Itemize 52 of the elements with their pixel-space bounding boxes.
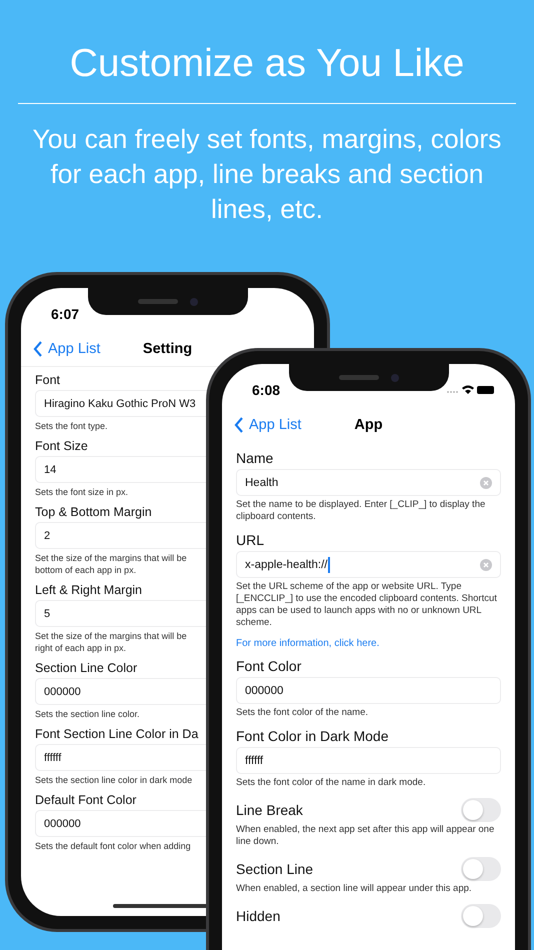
text-field[interactable]: ffffff bbox=[236, 747, 501, 774]
field-label: Top & Bottom Margin bbox=[35, 505, 152, 519]
field-label: Font Color in Dark Mode bbox=[236, 728, 389, 744]
toggle-switch[interactable] bbox=[461, 857, 501, 881]
headline: Customize as You Like bbox=[70, 41, 464, 87]
screen-title: Setting bbox=[142, 341, 192, 357]
back-chevron-icon bbox=[234, 417, 244, 433]
help-text: When enabled, a section line will appear under this app. bbox=[236, 883, 472, 895]
field-label: Left & Right Margin bbox=[35, 583, 142, 597]
clear-icon[interactable] bbox=[480, 558, 492, 570]
screen-title: App bbox=[354, 417, 383, 433]
field-label: Default Font Color bbox=[35, 793, 136, 807]
help-text: Sets the section line color. bbox=[35, 708, 140, 720]
field-label: Font bbox=[35, 373, 60, 387]
subtitle: You can freely set fonts, margins, colors for each app, line breaks and section lines, etc. bbox=[32, 123, 502, 226]
field-label: URL bbox=[236, 532, 264, 548]
help-text: Sets the font color of the name. bbox=[236, 707, 368, 719]
field-label: Font Color bbox=[236, 658, 302, 674]
notch-icon bbox=[288, 364, 448, 391]
help-text: When enabled, the next app set after this app will appear one line down. bbox=[236, 824, 496, 848]
help-text: Set the size of the margins that will be bbox=[35, 630, 187, 642]
field-label: Font Section Line Color in Da bbox=[35, 727, 198, 741]
help-text: right of each app in px. bbox=[35, 642, 126, 654]
back-link[interactable]: App List bbox=[33, 341, 100, 357]
help-text: Set the name to be displayed. Enter [_CLIP_] to display the clipboard contents. bbox=[236, 499, 486, 523]
clear-icon[interactable] bbox=[480, 476, 492, 488]
notch-icon bbox=[88, 288, 248, 315]
help-text: Sets the font color of the name in dark mode. bbox=[236, 777, 426, 789]
help-text: Sets the font size in px. bbox=[35, 486, 128, 498]
status-time: 6:08 bbox=[252, 382, 280, 398]
help-text: Sets the default font color when adding bbox=[35, 840, 191, 852]
back-chevron-icon bbox=[33, 341, 43, 357]
toggle-switch[interactable] bbox=[461, 798, 501, 822]
status-time: 6:07 bbox=[51, 306, 80, 322]
help-text: bottom of each app in px. bbox=[35, 564, 136, 576]
text-field[interactable]: x-apple-health:// bbox=[236, 551, 501, 578]
field-label: Font Size bbox=[35, 439, 88, 453]
help-text: Sets the section line color in dark mode bbox=[35, 774, 192, 786]
help-text: Set the size of the margins that will be bbox=[35, 552, 187, 564]
status-icons bbox=[445, 384, 495, 396]
field-label: Section Line Color bbox=[35, 661, 138, 675]
more-info-link[interactable]: For more information, click here. bbox=[236, 638, 501, 649]
toggle-label: Line Break bbox=[236, 802, 303, 818]
text-field[interactable]: 000000 bbox=[236, 677, 501, 704]
toggle-label: Section Line bbox=[236, 861, 314, 877]
text-field[interactable]: Health bbox=[236, 469, 501, 496]
toggle-label: Hidden bbox=[236, 908, 280, 924]
toggle-switch[interactable] bbox=[461, 904, 501, 928]
back-link[interactable]: App List bbox=[234, 417, 302, 433]
help-text: Set the URL scheme of the app or website URL. Type [_ENCCLIP_] to use the encoded clipboard contents. Shortcut apps can be used to launch apps with no or unknown URL scheme. bbox=[236, 581, 498, 629]
field-label: Name bbox=[236, 450, 274, 466]
help-text: Sets the font type. bbox=[35, 420, 108, 432]
